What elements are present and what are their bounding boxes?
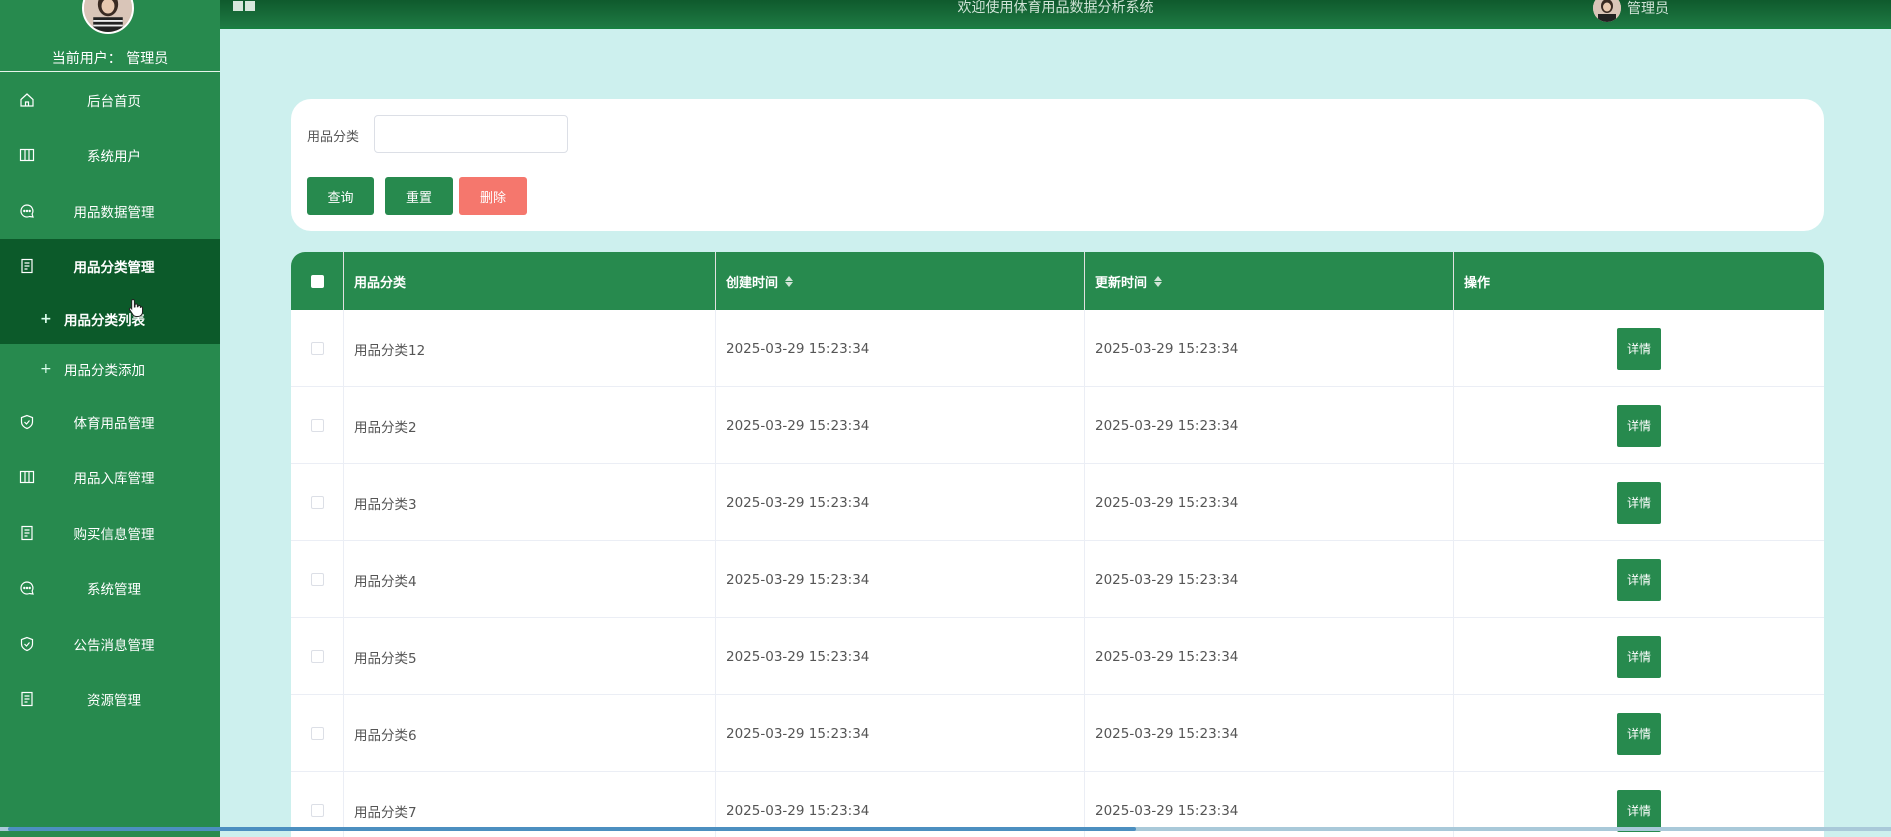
table-header: 用品分类 创建时间 更新时间 操作 — [291, 252, 1824, 310]
category-submenu: + 用品分类列表 + 用品分类添加 — [0, 294, 220, 394]
table-row: 用品分类4 2025-03-29 15:23:34 2025-03-29 15:… — [291, 541, 1824, 618]
avatar[interactable] — [82, 0, 134, 34]
detail-button[interactable]: 详情 — [1617, 327, 1661, 370]
detail-button[interactable]: 详情 — [1617, 558, 1661, 601]
cell-created: 2025-03-29 15:23:34 — [716, 541, 1085, 618]
row-checkbox[interactable] — [310, 496, 324, 509]
table-row: 用品分类5 2025-03-29 15:23:34 2025-03-29 15:… — [291, 618, 1824, 695]
sidebar: 当前用户： 管理员 后台首页 系统用户 用品数据管理 用品分类管理 + 用品分类… — [0, 0, 220, 837]
cell-created: 2025-03-29 15:23:34 — [716, 310, 1085, 387]
detail-button[interactable]: 详情 — [1617, 789, 1661, 832]
sidebar-subitem-label: 用品分类添加 — [64, 363, 145, 379]
chat-icon — [18, 579, 36, 597]
cell-category: 用品分类5 — [344, 618, 716, 695]
sidebar-item-purchase[interactable]: 购买信息管理 — [0, 505, 220, 561]
row-checkbox[interactable] — [310, 342, 324, 355]
sort-icon[interactable] — [1154, 275, 1163, 287]
document-icon — [18, 257, 36, 275]
cell-category: 用品分类4 — [344, 541, 716, 618]
document-icon — [18, 524, 36, 542]
cell-created: 2025-03-29 15:23:34 — [716, 695, 1085, 772]
sidebar-item-users[interactable]: 系统用户 — [0, 128, 220, 184]
table-row: 用品分类3 2025-03-29 15:23:34 2025-03-29 15:… — [291, 464, 1824, 541]
sort-icon[interactable] — [785, 275, 794, 287]
sidebar-item-system[interactable]: 系统管理 — [0, 561, 220, 617]
shield-icon — [18, 413, 36, 431]
cell-updated: 2025-03-29 15:23:34 — [1085, 541, 1454, 618]
table-row: 用品分类2 2025-03-29 15:23:34 2025-03-29 15:… — [291, 387, 1824, 464]
document-icon — [18, 690, 36, 708]
column-header-created[interactable]: 创建时间 — [716, 252, 1085, 310]
detail-button[interactable]: 详情 — [1617, 712, 1661, 755]
row-checkbox[interactable] — [310, 804, 324, 817]
sidebar-item-sports-goods[interactable]: 体育用品管理 — [0, 394, 220, 450]
topbar: 欢迎使用体育用品数据分析系统 管理员 — [220, 0, 1891, 29]
cell-category: 用品分类2 — [344, 387, 716, 464]
sidebar-item-resources[interactable]: 资源管理 — [0, 672, 220, 728]
sidebar-item-announcements[interactable]: 公告消息管理 — [0, 616, 220, 672]
detail-button[interactable]: 详情 — [1617, 404, 1661, 447]
plus-icon: + — [40, 361, 52, 377]
detail-button[interactable]: 详情 — [1617, 481, 1661, 524]
cell-category: 用品分类12 — [344, 310, 716, 387]
columns-icon — [18, 468, 36, 486]
columns-icon — [18, 146, 36, 164]
cell-created: 2025-03-29 15:23:34 — [716, 387, 1085, 464]
hand-cursor-icon — [128, 298, 143, 317]
category-search-input[interactable] — [374, 115, 568, 153]
cell-updated: 2025-03-29 15:23:34 — [1085, 387, 1454, 464]
sidebar-item-home[interactable]: 后台首页 — [0, 72, 220, 128]
username: 管理员 — [1627, 1, 1669, 17]
delete-button[interactable]: 删除 — [459, 177, 527, 215]
row-checkbox[interactable] — [310, 419, 324, 432]
avatar — [1593, 0, 1621, 22]
select-all-checkbox[interactable] — [291, 252, 344, 310]
shield-icon — [18, 635, 36, 653]
sidebar-menu: 后台首页 系统用户 用品数据管理 用品分类管理 + 用品分类列表 + 用品分类添… — [0, 72, 220, 727]
search-label: 用品分类 — [307, 130, 360, 145]
cell-updated: 2025-03-29 15:23:34 — [1085, 695, 1454, 772]
scrollbar-thumb[interactable] — [8, 827, 1136, 831]
sidebar-item-category-management[interactable]: 用品分类管理 — [0, 238, 220, 294]
sidebar-subitem-category-add[interactable]: + 用品分类添加 — [0, 344, 220, 394]
sidebar-item-inbound[interactable]: 用品入库管理 — [0, 450, 220, 506]
row-checkbox[interactable] — [310, 650, 324, 663]
sidebar-item-product-data[interactable]: 用品数据管理 — [0, 183, 220, 239]
cell-category: 用品分类6 — [344, 695, 716, 772]
plus-icon: + — [40, 311, 52, 327]
cell-category: 用品分类3 — [344, 464, 716, 541]
reset-button[interactable]: 重置 — [385, 177, 453, 215]
detail-button[interactable]: 详情 — [1617, 635, 1661, 678]
cell-updated: 2025-03-29 15:23:34 — [1085, 618, 1454, 695]
row-checkbox[interactable] — [310, 573, 324, 586]
column-header-updated[interactable]: 更新时间 — [1085, 252, 1454, 310]
sidebar-subitem-category-list[interactable]: + 用品分类列表 — [0, 294, 220, 344]
user-menu[interactable]: 管理员 — [1593, 0, 1669, 22]
cell-created: 2025-03-29 15:23:34 — [716, 618, 1085, 695]
column-header-actions: 操作 — [1464, 275, 1491, 291]
home-icon — [18, 91, 36, 109]
table-row: 用品分类12 2025-03-29 15:23:34 2025-03-29 15… — [291, 310, 1824, 387]
search-panel: 用品分类 查询 重置 删除 — [291, 99, 1824, 231]
category-table: 用品分类 创建时间 更新时间 操作 用品分类12 2025-03-29 15:2… — [291, 252, 1824, 837]
row-checkbox[interactable] — [310, 727, 324, 740]
chat-icon — [18, 202, 36, 220]
horizontal-scrollbar[interactable] — [0, 827, 1891, 831]
cell-updated: 2025-03-29 15:23:34 — [1085, 310, 1454, 387]
cell-updated: 2025-03-29 15:23:34 — [1085, 464, 1454, 541]
cell-created: 2025-03-29 15:23:34 — [716, 464, 1085, 541]
query-button[interactable]: 查询 — [307, 177, 374, 215]
current-user-label: 当前用户： 管理员 — [51, 51, 169, 67]
table-row: 用品分类6 2025-03-29 15:23:34 2025-03-29 15:… — [291, 695, 1824, 772]
column-header-category: 用品分类 — [344, 252, 716, 310]
